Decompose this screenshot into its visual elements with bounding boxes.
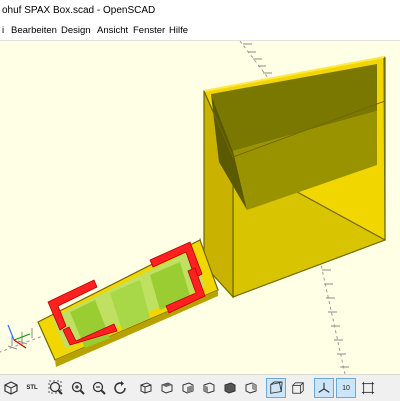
menu-datei[interactable]: i [2, 21, 4, 40]
view-toolbar: STL 10 [0, 374, 400, 401]
menu-hilfe[interactable]: Hilfe [169, 21, 188, 40]
preview-icon[interactable] [1, 378, 21, 398]
view-bottom-icon[interactable] [178, 378, 198, 398]
show-edges-icon[interactable] [358, 378, 378, 398]
window-title: ohuf SPAX Box.scad - OpenSCAD [2, 5, 156, 16]
scale-markers-label: 10 [342, 384, 350, 392]
view-back-icon[interactable] [241, 378, 261, 398]
reset-view-icon[interactable] [110, 378, 130, 398]
show-scale-markers-icon[interactable]: 10 [336, 378, 356, 398]
stl-label: STL [26, 385, 38, 391]
show-axes-icon[interactable] [314, 378, 334, 398]
axes-gizmo [7, 324, 31, 349]
view-all-icon[interactable] [46, 378, 66, 398]
3d-viewport[interactable] [0, 41, 400, 374]
model-render [0, 41, 386, 374]
window-titlebar: ohuf SPAX Box.scad - OpenSCAD [0, 0, 400, 21]
menu-design[interactable]: Design [61, 21, 91, 40]
export-stl-icon[interactable]: STL [22, 378, 42, 398]
view-front-icon[interactable] [220, 378, 240, 398]
view-left-icon[interactable] [199, 378, 219, 398]
zoom-out-icon[interactable] [89, 378, 109, 398]
view-right-icon[interactable] [136, 378, 156, 398]
perspective-icon[interactable] [266, 378, 286, 398]
menu-fenster[interactable]: Fenster [133, 21, 165, 40]
view-top-icon[interactable] [157, 378, 177, 398]
orthogonal-icon[interactable] [288, 378, 308, 398]
menu-ansicht[interactable]: Ansicht [97, 21, 128, 40]
menu-bar: i Bearbeiten Design Ansicht Fenster Hilf… [0, 21, 400, 41]
zoom-in-icon[interactable] [68, 378, 88, 398]
menu-bearbeiten[interactable]: Bearbeiten [11, 21, 57, 40]
